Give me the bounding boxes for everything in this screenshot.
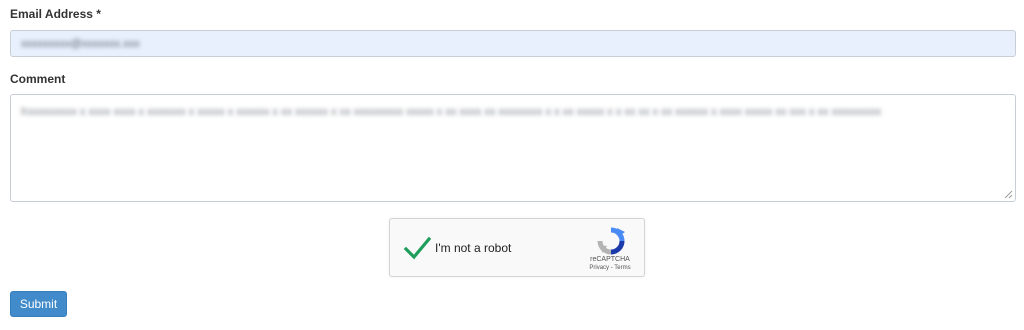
email-value: xxxxxxxxx@xxxxxxx.xxx bbox=[21, 37, 140, 50]
privacy-link[interactable]: Privacy bbox=[589, 265, 609, 271]
recaptcha-logo-icon bbox=[597, 227, 625, 255]
comment-textarea[interactable]: Xxxxxxxxxx x xxxx xxxx x xxxxxxx x xxxxx… bbox=[10, 94, 1016, 202]
checkmark-icon[interactable] bbox=[403, 234, 431, 262]
recaptcha-widget: I'm not a robot reCAPTCHA Privacy - Term… bbox=[389, 218, 645, 277]
email-label: Email Address * bbox=[10, 7, 101, 21]
comment-form: Email Address * xxxxxxxxx@xxxxxxx.xxx Co… bbox=[0, 0, 1024, 330]
recaptcha-brand: reCAPTCHA bbox=[590, 256, 630, 263]
resize-handle-icon[interactable] bbox=[1004, 190, 1013, 199]
submit-button[interactable]: Submit bbox=[10, 291, 67, 317]
email-field[interactable]: xxxxxxxxx@xxxxxxx.xxx bbox=[10, 30, 1016, 57]
terms-link[interactable]: Terms bbox=[614, 265, 630, 271]
recaptcha-links: Privacy - Terms bbox=[574, 265, 646, 271]
comment-label: Comment bbox=[10, 72, 66, 86]
recaptcha-label: I'm not a robot bbox=[435, 241, 512, 255]
comment-value: Xxxxxxxxxx x xxxx xxxx x xxxxxxx x xxxxx… bbox=[20, 106, 882, 118]
